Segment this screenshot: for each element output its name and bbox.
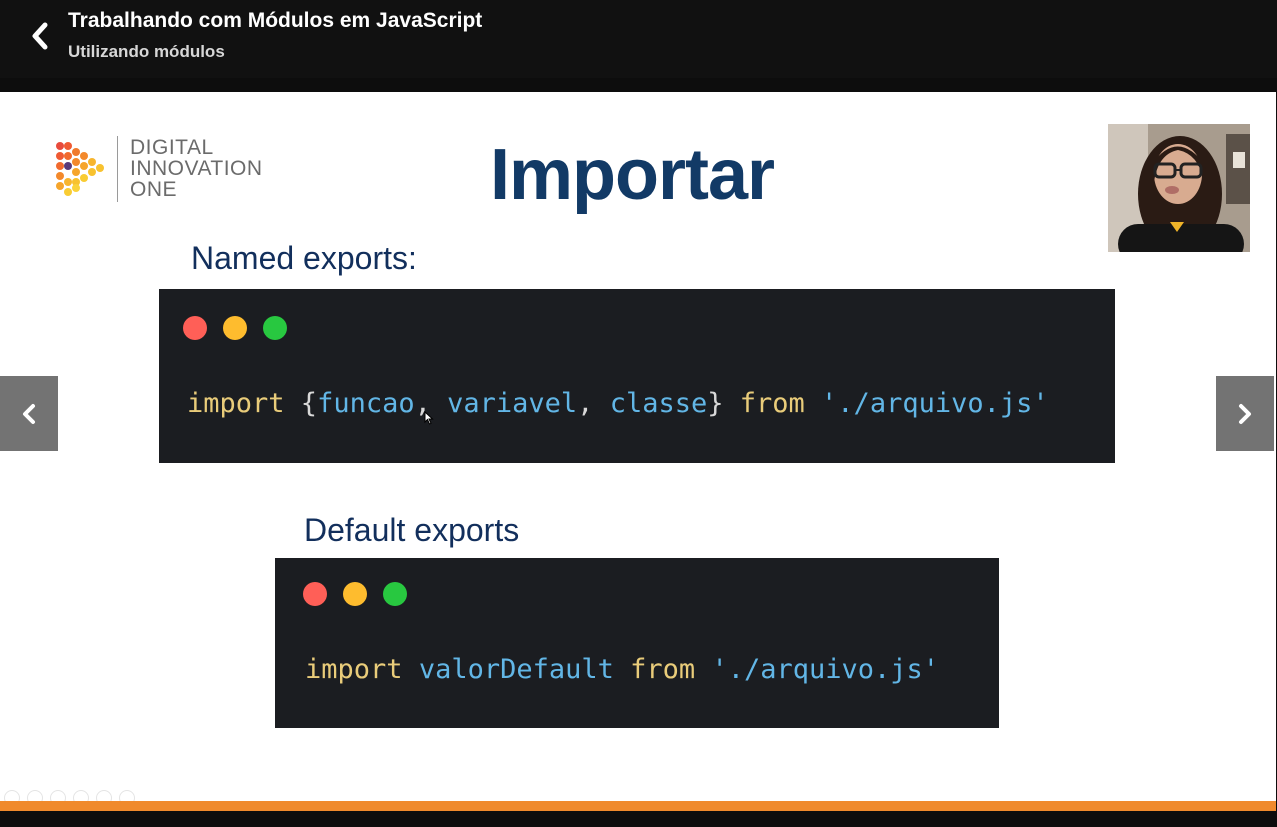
named-exports-label: Named exports: xyxy=(191,240,417,276)
back-button[interactable] xyxy=(22,18,58,54)
window-maximize-dot xyxy=(263,316,287,340)
identifier-funcao: funcao xyxy=(317,388,415,419)
chevron-left-icon xyxy=(32,22,48,50)
named-import-code: import {funcao, variavel, classe} from '… xyxy=(187,388,1049,419)
video-progress-bar[interactable] xyxy=(0,801,1276,811)
chevron-right-icon xyxy=(1239,403,1251,424)
video-player[interactable]: DIGITAL INNOVATION ONE Importar Named ex… xyxy=(0,92,1276,808)
named-exports-code-block: import {funcao, variavel, classe} from '… xyxy=(159,289,1115,463)
dio-logo-mark-icon xyxy=(56,142,104,196)
keyword-import: import xyxy=(187,388,285,419)
dio-logo: DIGITAL INNOVATION ONE xyxy=(52,132,272,207)
identifier-classe: classe xyxy=(609,388,708,419)
logo-divider xyxy=(117,136,118,202)
module-path-string: './arquivo.js' xyxy=(821,388,1049,419)
keyword-from: from xyxy=(739,388,805,419)
logo-line-1: DIGITAL xyxy=(130,136,214,159)
keyword-from: from xyxy=(630,654,696,685)
default-exports-code-block: import valorDefault from './arquivo.js' xyxy=(275,558,999,728)
logo-line-2: INNOVATION xyxy=(130,157,263,180)
module-path-string: './arquivo.js' xyxy=(711,654,940,685)
presenter-webcam xyxy=(1108,124,1250,252)
course-title: Trabalhando com Módulos em JavaScript xyxy=(68,9,483,32)
comma: , xyxy=(577,388,610,419)
default-import-code: import valorDefault from './arquivo.js' xyxy=(305,654,939,685)
chevron-left-icon xyxy=(23,403,35,424)
presenter-webcam-image xyxy=(1108,124,1250,252)
previous-lesson-button[interactable] xyxy=(0,376,58,451)
keyword-import: import xyxy=(305,654,403,685)
window-close-dot xyxy=(303,582,327,606)
default-exports-label: Default exports xyxy=(304,512,520,548)
next-lesson-button[interactable] xyxy=(1216,376,1274,451)
top-bar: Trabalhando com Módulos em JavaScript Ut… xyxy=(0,0,1277,78)
logo-line-3: ONE xyxy=(130,178,178,201)
slide-title: Importar xyxy=(490,135,775,215)
window-close-dot xyxy=(183,316,207,340)
brace-open: { xyxy=(284,388,318,419)
identifier-valorDefault: valorDefault xyxy=(418,654,614,685)
window-minimize-dot xyxy=(343,582,367,606)
video-progress-fill xyxy=(0,801,1276,811)
brace-close: } xyxy=(707,388,740,419)
mouse-cursor-icon xyxy=(424,411,434,425)
logo-wordmark: DIGITAL INNOVATION ONE xyxy=(130,137,263,200)
window-maximize-dot xyxy=(383,582,407,606)
lesson-title: Utilizando módulos xyxy=(68,42,225,61)
window-minimize-dot xyxy=(223,316,247,340)
identifier-variavel: variavel xyxy=(447,388,578,419)
